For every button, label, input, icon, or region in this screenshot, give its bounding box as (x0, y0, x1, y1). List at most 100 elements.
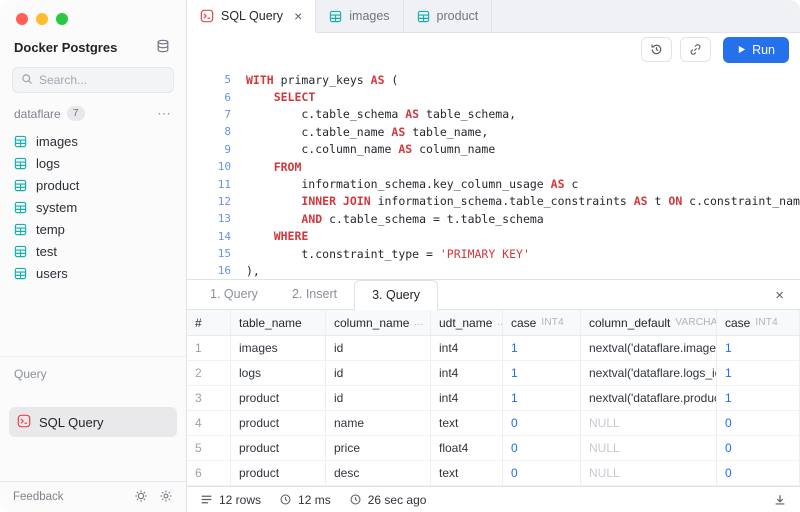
run-button[interactable]: Run (723, 37, 789, 63)
cell: 1 (503, 361, 581, 385)
tab-sql-query[interactable]: SQL Query × (187, 0, 316, 32)
line-number: 9 (187, 143, 231, 156)
clock-icon (279, 493, 292, 506)
table-icon (329, 10, 342, 23)
column-header-column_name[interactable]: column_name... (326, 310, 431, 335)
column-header-case[interactable]: caseINT4 (717, 310, 800, 335)
sidebar-footer: Feedback (0, 481, 186, 512)
settings-gear-icon[interactable] (159, 489, 173, 506)
tab-product[interactable]: product (404, 0, 493, 32)
minimize-window-button[interactable] (36, 13, 48, 25)
result-tab-2-insert[interactable]: 2. Insert (275, 280, 354, 309)
code-line: 13 AND c.table_schema = t.table_schema (187, 210, 800, 227)
cell: 3 (187, 386, 231, 410)
cell: 1 (717, 361, 800, 385)
result-table-header: #table_namecolumn_name...udt_name...case… (187, 310, 800, 336)
cell: product (231, 386, 326, 410)
run-label: Run (752, 43, 775, 57)
database-icon[interactable] (156, 39, 170, 56)
table-label: system (36, 200, 77, 215)
table-count-badge: 7 (67, 106, 85, 121)
search-box[interactable] (12, 67, 174, 93)
tab-close-icon[interactable]: × (294, 8, 302, 24)
table-row[interactable]: 4productnametext0NULL0 (187, 411, 800, 436)
sidebar-item-temp[interactable]: temp (0, 218, 186, 240)
feedback-link[interactable]: Feedback (13, 491, 64, 503)
table-label: product (36, 178, 79, 193)
cell: 1 (717, 386, 800, 410)
tab-label: SQL Query (221, 9, 283, 23)
column-header-table_name[interactable]: table_name (231, 310, 326, 335)
cell: float4 (431, 436, 503, 460)
cell: desc (326, 461, 431, 485)
history-button[interactable] (641, 37, 672, 62)
cell: nextval('dataflare.product_id_... (581, 386, 717, 410)
table-icon (14, 223, 27, 236)
cell: id (326, 386, 431, 410)
table-row[interactable]: 3productidint41nextval('dataflare.produc… (187, 386, 800, 411)
more-menu-icon[interactable]: ⋯ (157, 105, 172, 122)
table-label: test (36, 244, 57, 259)
sidebar-item-sql-query[interactable]: SQL Query (9, 407, 177, 437)
cell: NULL (581, 436, 717, 460)
search-input[interactable] (39, 73, 165, 87)
result-tabs: 1. Query2. Insert3. Query × (187, 280, 800, 310)
close-results-icon[interactable]: × (775, 288, 800, 303)
code-text: SELECT (246, 90, 315, 104)
table-row[interactable]: 1imagesidint41nextval('dataflare.images_… (187, 336, 800, 361)
cell: 4 (187, 411, 231, 435)
sidebar: Docker Postgres dataflare 7 ⋯ imageslogs… (0, 0, 187, 512)
app-window: Docker Postgres dataflare 7 ⋯ imageslogs… (0, 0, 800, 512)
code-line: 12 INNER JOIN information_schema.table_c… (187, 193, 800, 210)
close-window-button[interactable] (16, 13, 28, 25)
zoom-window-button[interactable] (56, 13, 68, 25)
sidebar-item-images[interactable]: images (0, 130, 186, 152)
sidebar-item-system[interactable]: system (0, 196, 186, 218)
table-row[interactable]: 5productpricefloat40NULL0 (187, 436, 800, 461)
table-icon (14, 157, 27, 170)
link-button[interactable] (680, 37, 711, 62)
cell: text (431, 411, 503, 435)
play-icon (737, 45, 746, 54)
sidebar-tables: imageslogs product system temp test users (0, 126, 186, 284)
sidebar-item-product[interactable]: product (0, 174, 186, 196)
code-text: information_schema.key_column_usage AS c (246, 177, 578, 191)
code-line: 11 information_schema.key_column_usage A… (187, 175, 800, 192)
window-controls (0, 0, 186, 29)
theme-icon[interactable] (134, 489, 148, 506)
sql-file-icon (200, 9, 214, 23)
code-line: 15 t.constraint_type = 'PRIMARY KEY' (187, 245, 800, 262)
tab-label: images (349, 9, 389, 23)
column-header-index[interactable]: # (187, 310, 231, 335)
line-number: 11 (187, 178, 231, 191)
sidebar-item-logs[interactable]: logs (0, 152, 186, 174)
column-header-column_default[interactable]: column_defaultVARCHAR (581, 310, 717, 335)
table-row[interactable]: 2logsidint41nextval('dataflare.logs_id_s… (187, 361, 800, 386)
cell: 0 (503, 461, 581, 485)
code-text: WHERE (246, 229, 308, 243)
cell: 0 (503, 411, 581, 435)
cell: id (326, 361, 431, 385)
tab-label: product (437, 9, 479, 23)
sidebar-item-users[interactable]: users (0, 262, 186, 284)
cell: product (231, 436, 326, 460)
result-tab-3-query[interactable]: 3. Query (354, 280, 438, 310)
cell: 0 (717, 411, 800, 435)
sql-query-label: SQL Query (39, 415, 104, 430)
column-header-udt_name[interactable]: udt_name... (431, 310, 503, 335)
tab-images[interactable]: images (316, 0, 403, 32)
sidebar-item-test[interactable]: test (0, 240, 186, 262)
cell: 0 (717, 461, 800, 485)
download-icon (773, 493, 787, 507)
table-row[interactable]: 6productdesctext0NULL0 (187, 461, 800, 486)
code-text: WITH primary_keys AS ( (246, 73, 398, 87)
line-number: 6 (187, 91, 231, 104)
cell: nextval('dataflare.images_id_s... (581, 336, 717, 360)
schema-row[interactable]: dataflare 7 ⋯ (0, 97, 186, 126)
cell: 5 (187, 436, 231, 460)
result-tab-1-query[interactable]: 1. Query (193, 280, 275, 309)
export-button[interactable] (773, 493, 787, 507)
column-header-case[interactable]: caseINT4 (503, 310, 581, 335)
code-editor[interactable]: 5WITH primary_keys AS (6 SELECT7 c.table… (187, 66, 800, 279)
cell: name (326, 411, 431, 435)
